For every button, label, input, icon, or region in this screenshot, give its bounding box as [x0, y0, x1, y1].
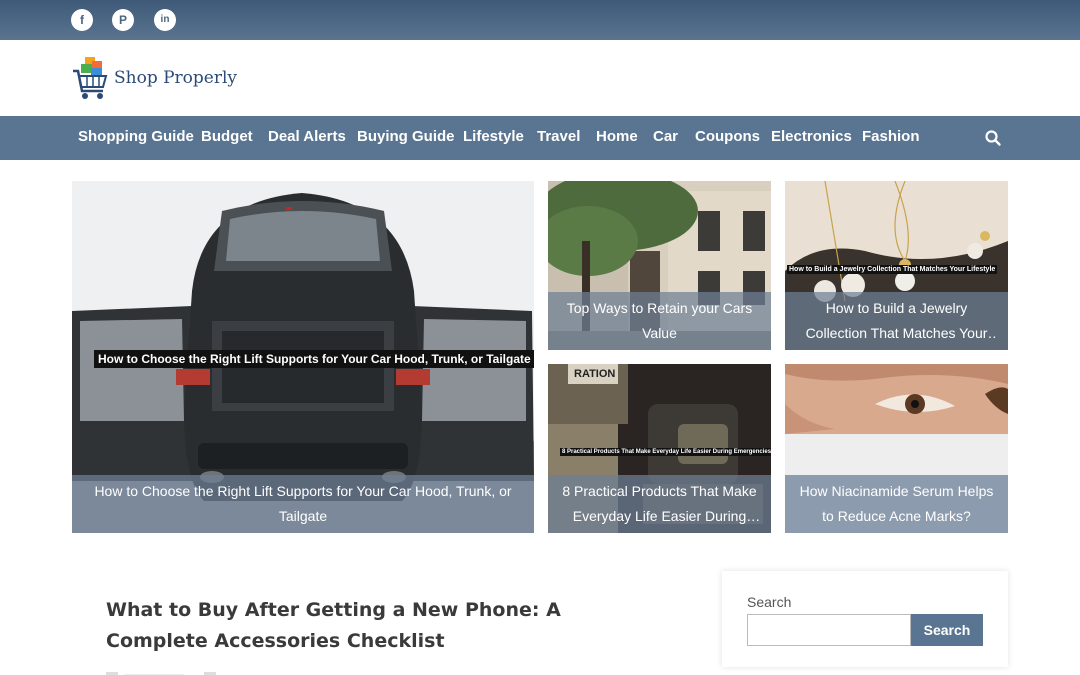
- featured-post-caption: How Niacinamide Serum Helps to Reduce Ac…: [785, 475, 1008, 533]
- nav-item-lifestyle[interactable]: Lifestyle: [463, 116, 524, 160]
- image-overlay-title: How to Choose the Right Lift Supports fo…: [94, 350, 534, 368]
- search-input[interactable]: [747, 614, 911, 646]
- featured-post-main[interactable]: How to Choose the Right Lift Supports fo…: [72, 181, 534, 533]
- sign-text: RATION: [574, 368, 616, 380]
- linkedin-icon[interactable]: in: [154, 9, 176, 31]
- featured-post-tile[interactable]: How to Build a Jewelry Collection That M…: [785, 181, 1008, 350]
- featured-post-tile[interactable]: Top Ways to Retain your Cars Value: [548, 181, 771, 350]
- top-social-bar: f P in: [0, 0, 1080, 40]
- nav-item-travel[interactable]: Travel: [537, 116, 580, 160]
- face-eye-image: [785, 364, 1008, 434]
- nav-item-buying-guide[interactable]: Buying Guide: [357, 116, 455, 160]
- search-button[interactable]: Search: [911, 614, 983, 646]
- shopping-cart-icon: [73, 57, 108, 99]
- nav-item-car[interactable]: Car: [653, 116, 678, 160]
- site-header: Shop Properly: [0, 40, 1080, 116]
- nav-item-budget[interactable]: Budget: [201, 116, 253, 160]
- featured-post-tile[interactable]: RATION 8 Practical Products That Make Ev…: [548, 364, 771, 533]
- post-title[interactable]: What to Buy After Getting a New Phone: A…: [106, 595, 606, 657]
- nav-item-shopping-guide[interactable]: Shopping Guide: [78, 116, 194, 160]
- nav-item-deal-alerts[interactable]: Deal Alerts: [268, 116, 346, 160]
- featured-post-caption: 8 Practical Products That Make Everyday …: [548, 475, 771, 533]
- nav-item-electronics[interactable]: Electronics: [771, 116, 852, 160]
- image-overlay-title: How to Build a Jewelry Collection That M…: [787, 265, 998, 274]
- featured-post-caption: How to Build a Jewelry Collection That M…: [785, 292, 1008, 350]
- search-label: Search: [747, 594, 792, 610]
- nav-item-coupons[interactable]: Coupons: [695, 116, 760, 160]
- search-icon[interactable]: [984, 129, 1002, 147]
- sidebar-search-widget: Search Search: [722, 571, 1008, 667]
- site-logo[interactable]: Shop Properly: [72, 54, 237, 102]
- facebook-icon[interactable]: f: [71, 9, 93, 31]
- post-meta: [106, 672, 216, 675]
- main-nav: Shopping Guide Budget Deal Alerts Buying…: [0, 116, 1080, 160]
- nav-item-fashion[interactable]: Fashion: [862, 116, 920, 160]
- pinterest-icon[interactable]: P: [112, 9, 134, 31]
- nav-item-home[interactable]: Home: [596, 116, 638, 160]
- image-overlay-title: 8 Practical Products That Make Everyday …: [560, 448, 771, 456]
- featured-post-tile[interactable]: How Niacinamide Serum Helps to Reduce Ac…: [785, 364, 1008, 533]
- featured-post-main-caption: How to Choose the Right Lift Supports fo…: [72, 475, 534, 533]
- site-name: Shop Properly: [114, 68, 238, 88]
- featured-post-caption: Top Ways to Retain your Cars Value: [548, 292, 771, 350]
